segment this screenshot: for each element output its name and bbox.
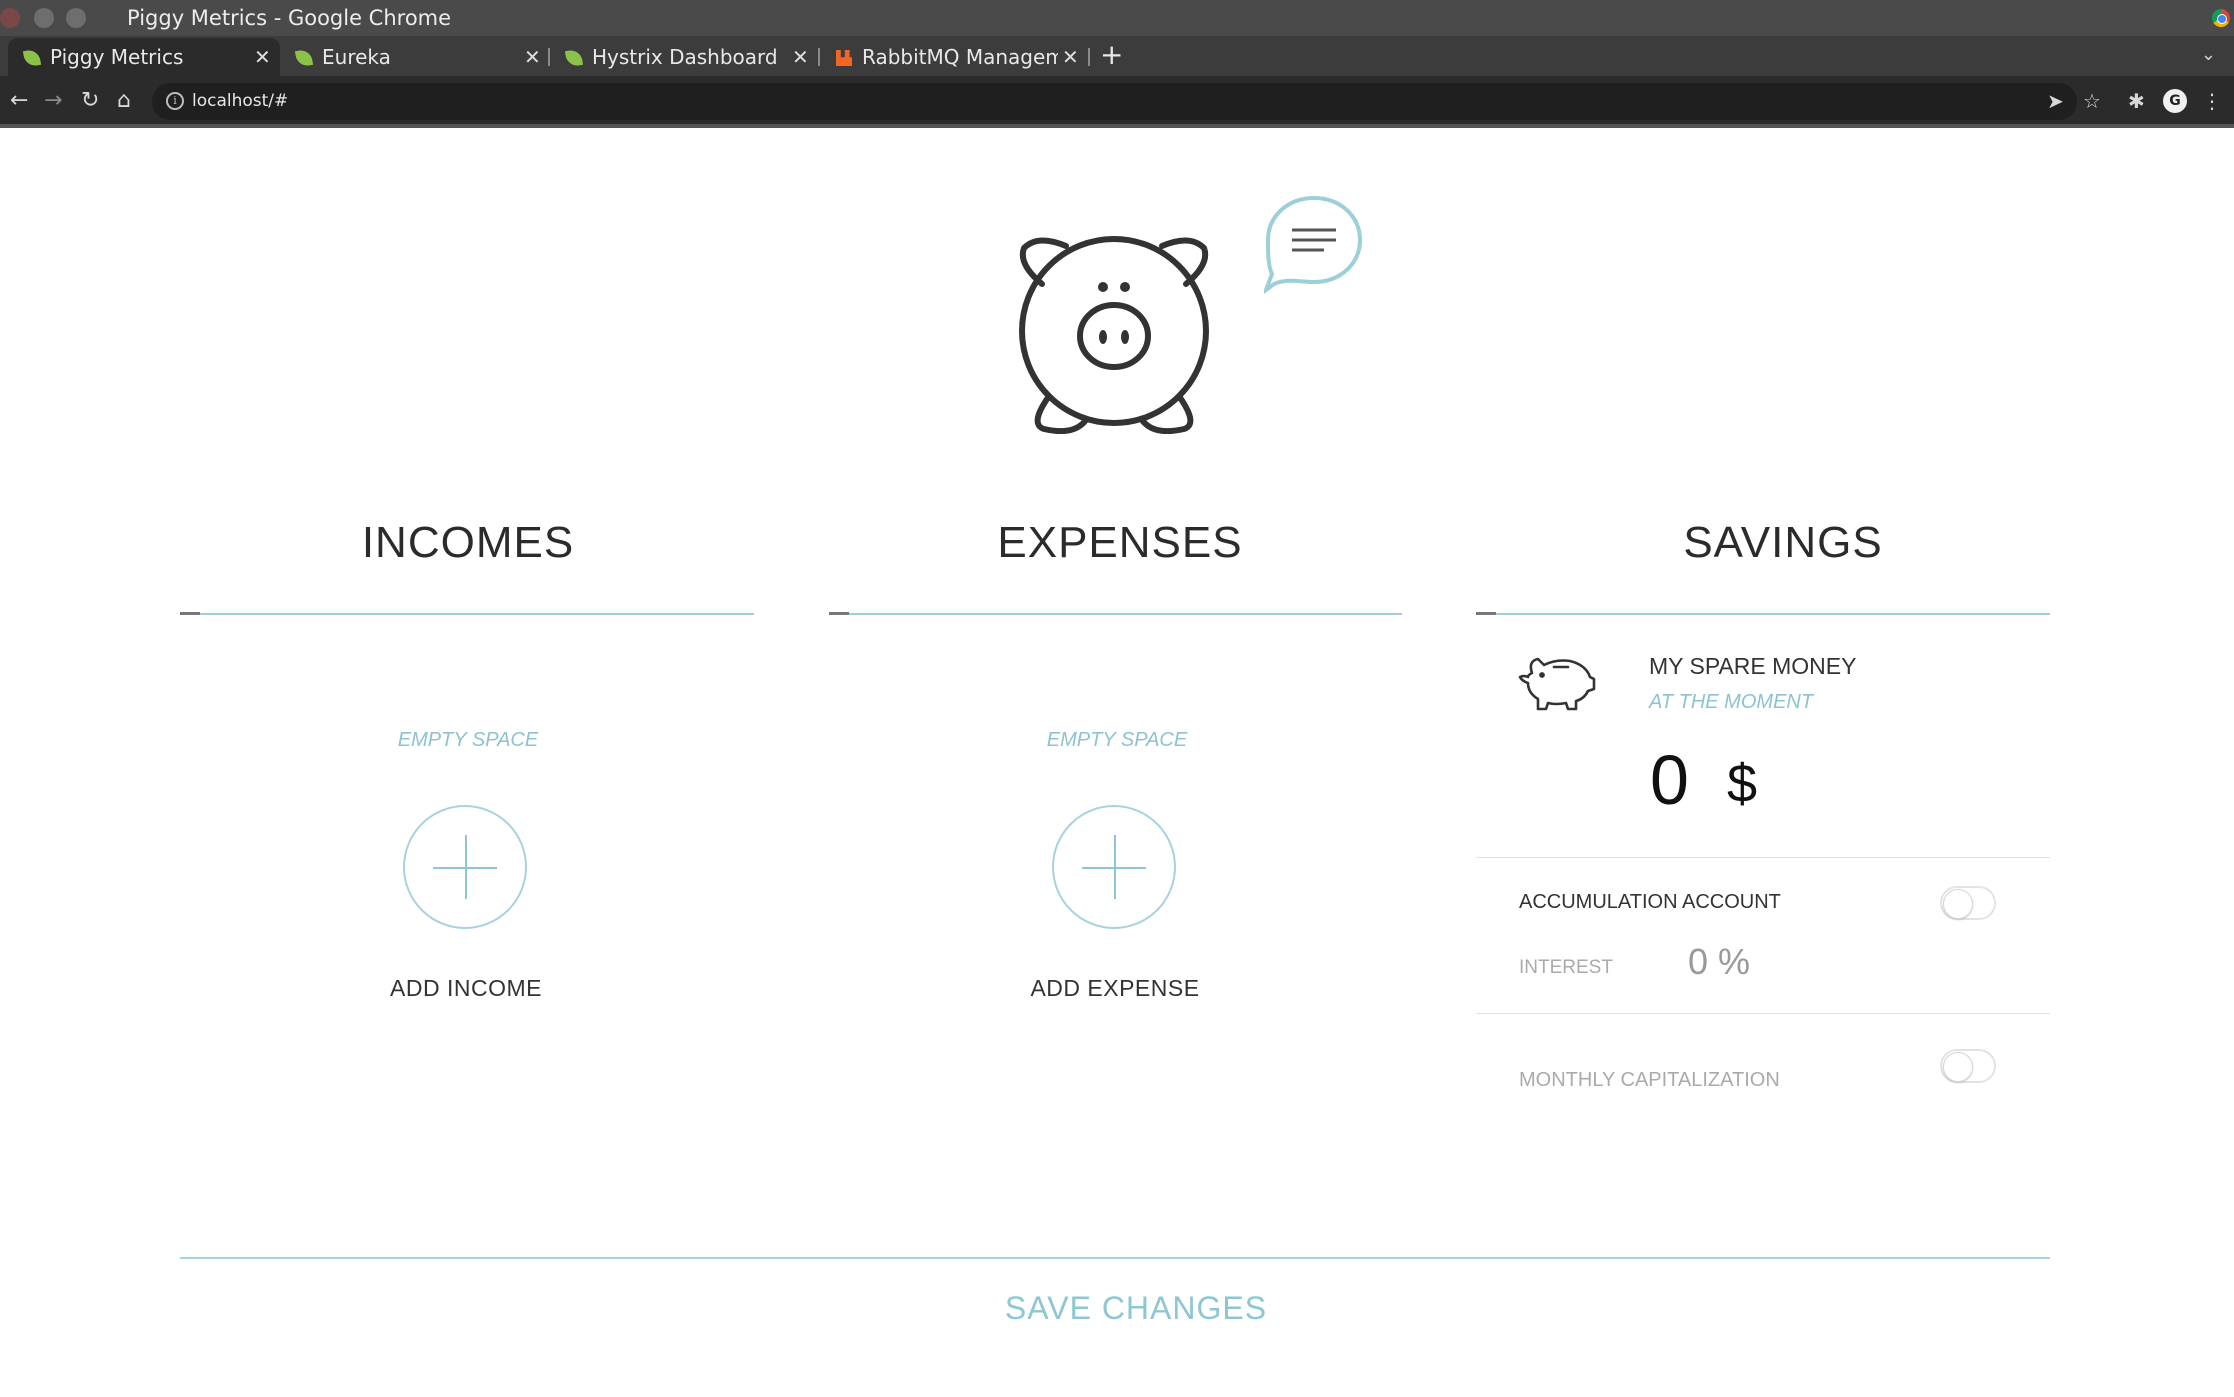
chat-bubble-button[interactable] xyxy=(1264,194,1364,294)
tab-piggy-metrics[interactable]: Piggy Metrics ✕ xyxy=(8,38,280,76)
tab-rabbitmq-management[interactable]: RabbitMQ Manageme ✕ xyxy=(820,38,1088,76)
address-url[interactable]: localhost/# xyxy=(192,91,288,111)
window-title: Piggy Metrics - Google Chrome xyxy=(127,6,452,30)
monthly-capitalization-label: MONTHLY CAPITALIZATION xyxy=(1519,1069,1780,1091)
interest-label: INTEREST xyxy=(1519,957,1613,978)
tab-label: Piggy Metrics xyxy=(50,45,184,69)
footer-divider xyxy=(180,1257,2050,1259)
add-expense-button[interactable] xyxy=(1052,805,1176,929)
spare-money-amount: 0 xyxy=(1650,741,1689,819)
address-bar[interactable]: i localhost/# xyxy=(152,83,2077,120)
tab-label: Eureka xyxy=(322,45,391,69)
piggy-logo-icon xyxy=(1019,236,1209,434)
tab-hystrix-dashboard[interactable]: Hystrix Dashboard ✕ xyxy=(550,38,818,76)
bookmark-star-icon[interactable]: ☆ xyxy=(2083,88,2101,114)
expenses-title: EXPENSES xyxy=(997,518,1243,567)
window-close-dot[interactable] xyxy=(0,8,20,28)
add-expense-label[interactable]: ADD EXPENSE xyxy=(965,974,1265,1002)
tab-label: Hystrix Dashboard xyxy=(592,45,778,69)
expenses-divider xyxy=(829,613,1402,615)
spare-money-subtitle: AT THE MOMENT xyxy=(1649,691,1814,713)
home-icon[interactable]: ⌂ xyxy=(117,86,131,116)
spring-leaf-icon xyxy=(22,48,42,68)
expenses-empty-text: EMPTY SPACE xyxy=(1046,729,1188,751)
savings-separator xyxy=(1476,857,2050,858)
monthly-capitalization-toggle[interactable] xyxy=(1940,1049,1996,1083)
add-income-button[interactable] xyxy=(403,805,527,929)
tab-search-chevron-icon[interactable]: ⌄ xyxy=(2201,44,2216,65)
site-info-icon[interactable]: i xyxy=(166,92,184,110)
send-icon[interactable]: ➤ xyxy=(2047,88,2064,114)
profile-avatar-icon[interactable]: G xyxy=(2163,89,2187,113)
save-changes-button[interactable]: SAVE CHANGES xyxy=(900,1288,1372,1328)
back-arrow-icon[interactable]: ← xyxy=(10,86,28,116)
reload-icon[interactable]: ↻ xyxy=(81,86,99,116)
rabbitmq-icon xyxy=(836,50,852,66)
spare-money-title: MY SPARE MONEY xyxy=(1649,653,1857,679)
incomes-title: INCOMES xyxy=(361,518,575,567)
savings-divider xyxy=(1476,613,2050,615)
incomes-divider xyxy=(180,613,754,615)
tab-close-icon[interactable]: ✕ xyxy=(254,44,271,70)
savings-divider-accent xyxy=(1476,612,1496,615)
extensions-puzzle-icon[interactable]: ✱ xyxy=(2128,88,2145,114)
spare-money-currency: $ xyxy=(1727,754,1758,814)
tab-close-icon[interactable]: ✕ xyxy=(1062,44,1079,70)
new-tab-button[interactable]: + xyxy=(1100,38,1123,72)
toggle-knob xyxy=(1943,889,1973,919)
tab-close-icon[interactable]: ✕ xyxy=(524,44,541,70)
interest-value[interactable]: 0 % xyxy=(1688,940,1750,984)
incomes-empty-text: EMPTY SPACE xyxy=(397,729,539,751)
expenses-divider-accent xyxy=(829,612,849,615)
page-content: INCOMES EMPTY SPACE ADD INCOME EXPENSES … xyxy=(0,128,2234,1397)
add-income-label[interactable]: ADD INCOME xyxy=(316,974,616,1002)
incomes-divider-accent xyxy=(180,612,200,615)
savings-title: SAVINGS xyxy=(1683,518,1883,567)
accumulation-account-label: ACCUMULATION ACCOUNT xyxy=(1519,891,1781,913)
chrome-logo-icon xyxy=(2212,9,2230,27)
accumulation-account-toggle[interactable] xyxy=(1940,886,1996,920)
savings-separator xyxy=(1476,1013,2050,1014)
tab-close-icon[interactable]: ✕ xyxy=(792,44,809,70)
tab-separator xyxy=(1088,48,1090,66)
forward-arrow-icon[interactable]: → xyxy=(44,86,62,116)
toggle-knob xyxy=(1943,1052,1973,1082)
window-maximize-dot[interactable] xyxy=(66,8,86,28)
menu-kebab-icon[interactable]: ⋮ xyxy=(2202,88,2222,114)
tab-eureka[interactable]: Eureka ✕ xyxy=(280,38,548,76)
window-titlebar: Piggy Metrics - Google Chrome xyxy=(0,0,2234,36)
tab-label: RabbitMQ Manageme xyxy=(862,45,1058,69)
piggy-bank-icon xyxy=(1518,657,1596,711)
spring-leaf-icon xyxy=(294,48,314,68)
spring-leaf-icon xyxy=(564,48,584,68)
window-minimize-dot[interactable] xyxy=(34,8,54,28)
